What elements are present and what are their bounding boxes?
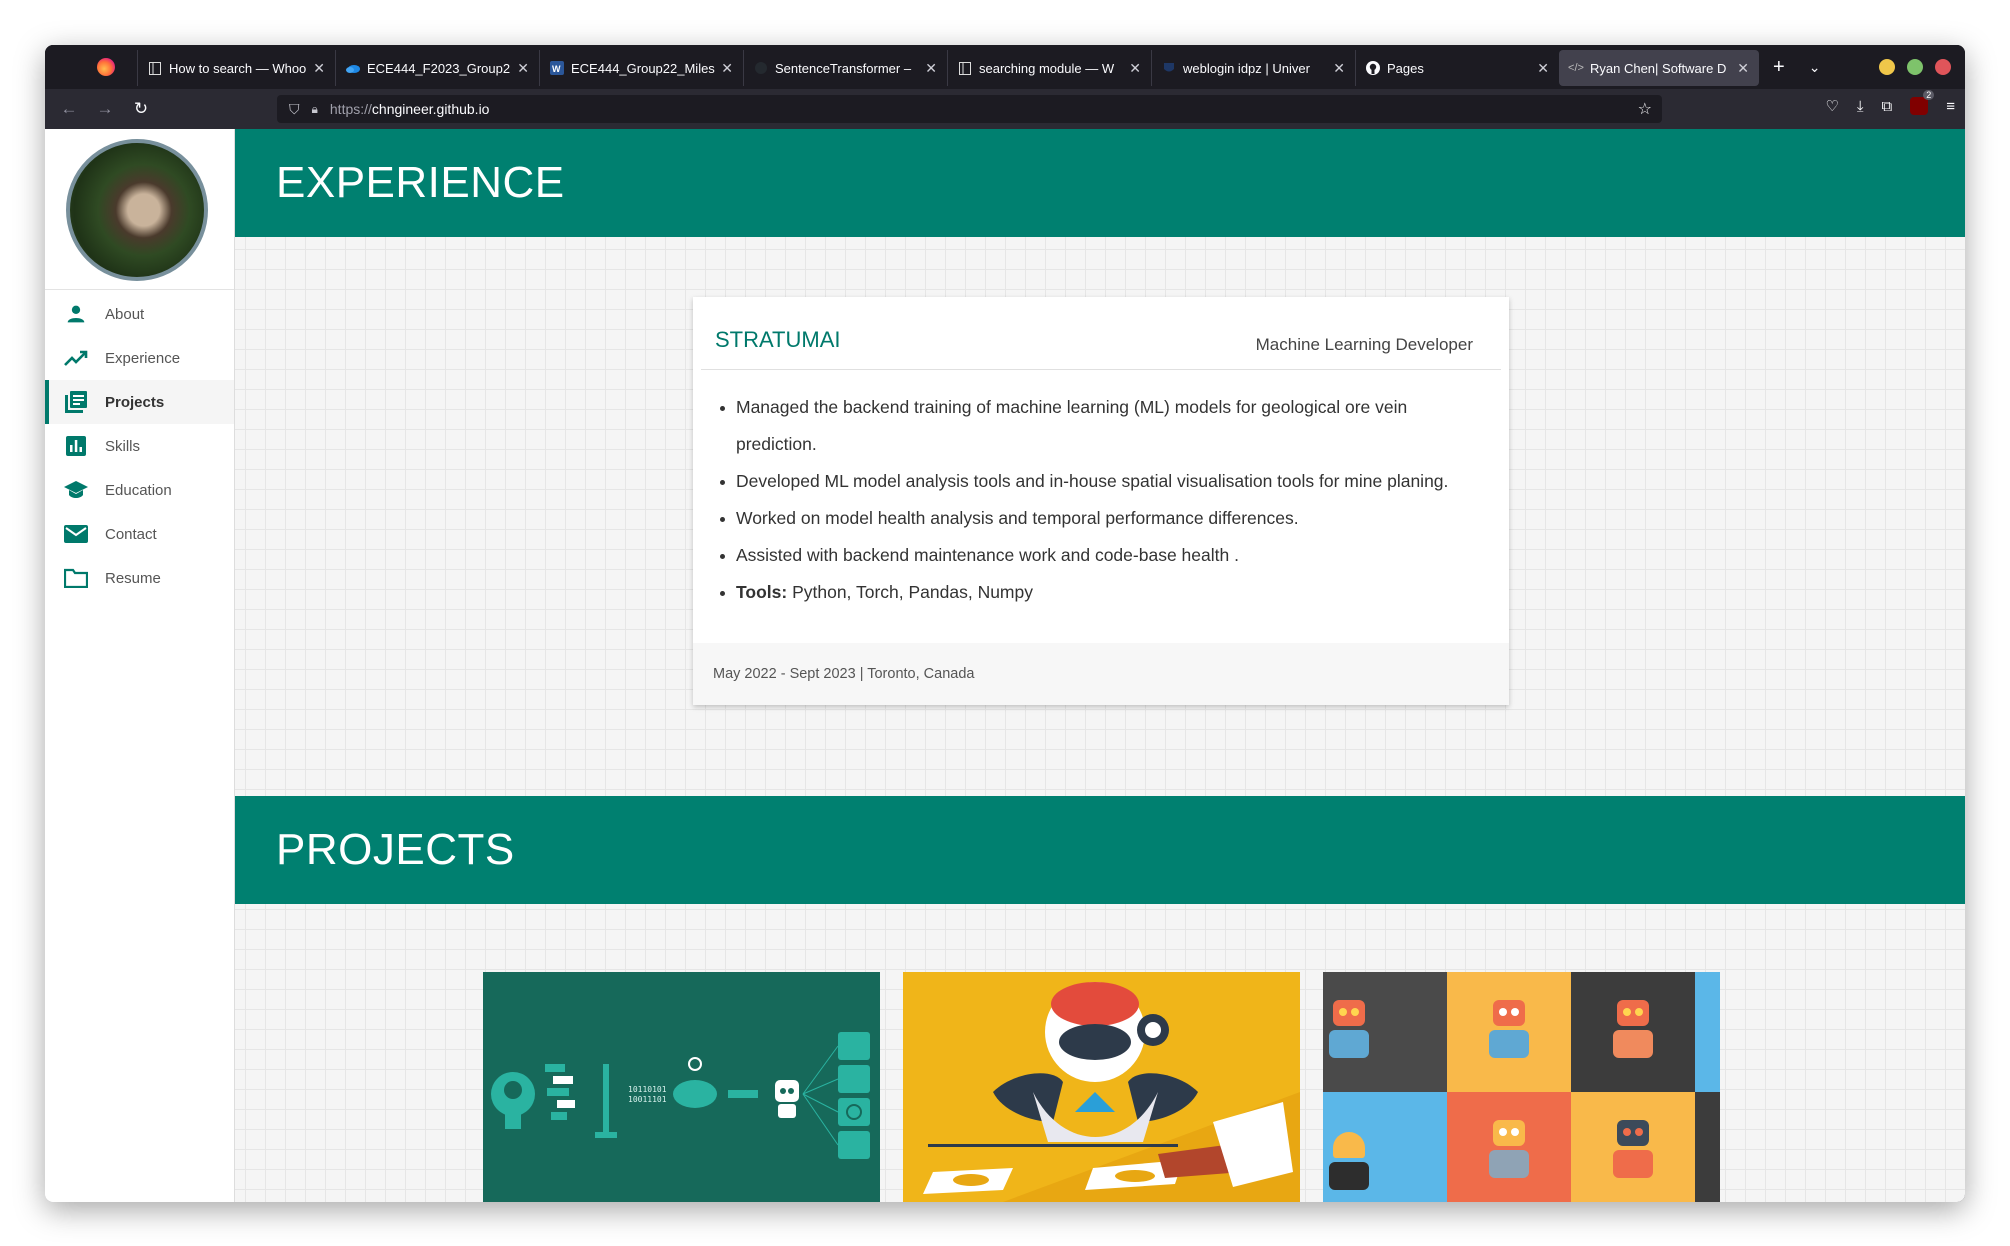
avatar [66, 139, 208, 281]
tab-bar: How to search — Whoo ✕ ECE444_F2023_Grou… [45, 45, 1965, 89]
job-role: Machine Learning Developer [1255, 335, 1473, 354]
projects-title: PROJECTS [276, 825, 515, 874]
list-item: Managed the backend training of machine … [720, 389, 1489, 463]
experience-title: EXPERIENCE [276, 158, 565, 207]
github-icon [1366, 61, 1380, 75]
close-icon[interactable]: ✕ [313, 60, 325, 77]
list-all-tabs-icon[interactable]: ⌄ [1809, 59, 1821, 76]
list-item: Assisted with backend maintenance work a… [720, 537, 1489, 574]
robot-thinking-illustration [923, 982, 1300, 1202]
close-icon[interactable]: ✕ [1737, 60, 1749, 77]
toolbar-right: ♡ ⤓ ⧉ 2 ≡ [1825, 90, 1955, 115]
robot-tile [1571, 1092, 1695, 1202]
folder-icon [63, 567, 89, 589]
person-icon [63, 303, 89, 325]
close-icon[interactable]: ✕ [1537, 60, 1549, 77]
list-item: Worked on model health analysis and temp… [720, 500, 1489, 537]
uoft-icon [1162, 61, 1176, 75]
menu-icon[interactable]: ≡ [1946, 98, 1955, 115]
tab-how-to-search[interactable]: How to search — Whoo ✕ [137, 50, 335, 86]
minimize-button[interactable] [1879, 59, 1895, 75]
notebook-icon [958, 61, 972, 75]
notebook-icon [148, 61, 162, 75]
robot-tile [1571, 972, 1695, 1092]
bookmark-star-icon[interactable]: ☆ [1638, 99, 1652, 119]
sidebar-item-contact[interactable]: Contact [45, 512, 234, 556]
lock-icon[interactable]: 🔒︎ [312, 102, 318, 117]
tab-searching-module[interactable]: searching module — W ✕ [947, 50, 1151, 86]
robot-tile [1695, 972, 1720, 1092]
date-location: May 2022 - Sept 2023 | Toronto, Canada [713, 666, 975, 682]
avatar-area [45, 129, 234, 290]
library-books-icon [63, 391, 89, 413]
forward-icon[interactable]: → [87, 99, 123, 119]
navigation-toolbar: ← → ↻ ⛉ 🔒︎ https://chngineer.github.io ☆… [45, 89, 1965, 129]
back-icon[interactable]: ← [51, 99, 87, 119]
project-thumbnail-robot-thinking[interactable] [903, 972, 1300, 1202]
word-icon: W [550, 61, 564, 75]
close-icon[interactable]: ✕ [517, 60, 529, 77]
tab-weblogin[interactable]: weblogin idpz | Univer ✕ [1151, 50, 1355, 86]
sidebar-menu: About Experience Projects Skills Educati… [45, 290, 234, 600]
close-window-button[interactable] [1935, 59, 1951, 75]
close-icon[interactable]: ✕ [1333, 60, 1345, 77]
maximize-button[interactable] [1907, 59, 1923, 75]
firefox-icon[interactable] [97, 58, 115, 76]
sidebar-item-resume[interactable]: Resume [45, 556, 234, 600]
bar-chart-icon [63, 435, 89, 457]
extensions-icon[interactable]: ⧉ [1882, 98, 1893, 115]
list-item-tools: Tools: Python, Torch, Pandas, Numpy [720, 574, 1489, 611]
trending-up-icon [63, 347, 89, 369]
sidebar-item-skills[interactable]: Skills [45, 424, 234, 468]
close-icon[interactable]: ✕ [1129, 60, 1141, 77]
onedrive-icon [346, 61, 360, 75]
page-content: About Experience Projects Skills Educati… [45, 129, 1965, 1202]
github-dark-icon [754, 61, 768, 75]
reload-icon[interactable]: ↻ [123, 99, 159, 119]
mail-icon [63, 523, 89, 545]
robot-tile [1695, 1092, 1720, 1202]
shield-icon[interactable]: ⛉ [289, 101, 300, 118]
experience-bullets: Managed the backend training of machine … [720, 389, 1489, 611]
projects-header: PROJECTS [235, 796, 1965, 904]
tab-ece444-group22[interactable]: W ECE444_Group22_Miles ✕ [539, 50, 743, 86]
svg-text:10011101: 10011101 [628, 1095, 667, 1104]
chatbot-pipeline-illustration: 10110101 10011101 [491, 1032, 870, 1159]
sidebar-item-about[interactable]: About [45, 292, 234, 336]
robot-tile [1323, 972, 1447, 1092]
tab-ece444-f2023[interactable]: ECE444_F2023_Group2 ✕ [335, 50, 539, 86]
school-icon [63, 479, 89, 501]
experience-card: STRATUMAI Machine Learning Developer Man… [693, 297, 1509, 705]
robot-tile [1447, 1092, 1571, 1202]
download-icon[interactable]: ⤓ [1857, 98, 1864, 115]
tab-sentence-transformer[interactable]: SentenceTransformer – ✕ [743, 50, 947, 86]
tab-pages[interactable]: Pages ✕ [1355, 50, 1559, 86]
robot-tile [1447, 972, 1571, 1092]
card-header: STRATUMAI Machine Learning Developer [701, 297, 1501, 370]
url-text[interactable]: https://chngineer.github.io [330, 101, 490, 117]
window-controls [1879, 59, 1951, 75]
card-footer: May 2022 - Sept 2023 | Toronto, Canada [693, 643, 1509, 705]
project-thumbnail-robots-grid[interactable] [1323, 972, 1720, 1202]
ublock-icon[interactable]: 2 [1910, 90, 1935, 115]
pocket-icon[interactable]: ♡ [1825, 97, 1838, 115]
url-bar[interactable]: ⛉ 🔒︎ https://chngineer.github.io ☆ [277, 95, 1662, 123]
new-tab-icon[interactable]: + [1773, 56, 1785, 79]
svg-text:W: W [552, 64, 561, 74]
close-icon[interactable]: ✕ [925, 60, 937, 77]
sidebar: About Experience Projects Skills Educati… [45, 129, 235, 1202]
svg-text:10110101: 10110101 [628, 1085, 667, 1094]
code-icon: </> [1568, 62, 1584, 74]
close-icon[interactable]: ✕ [721, 60, 733, 77]
list-item: Developed ML model analysis tools and in… [720, 463, 1489, 500]
robot-tile [1323, 1092, 1447, 1202]
browser-window: How to search — Whoo ✕ ECE444_F2023_Grou… [45, 45, 1965, 1202]
sidebar-item-education[interactable]: Education [45, 468, 234, 512]
company-name: STRATUMAI [715, 327, 841, 352]
sidebar-item-experience[interactable]: Experience [45, 336, 234, 380]
tab-ryan-chen[interactable]: </> Ryan Chen| Software D ✕ [1559, 50, 1759, 86]
experience-header: EXPERIENCE [235, 129, 1965, 237]
sidebar-item-projects[interactable]: Projects [45, 380, 234, 424]
project-thumbnail-chatbot[interactable]: 10110101 10011101 [483, 972, 880, 1202]
